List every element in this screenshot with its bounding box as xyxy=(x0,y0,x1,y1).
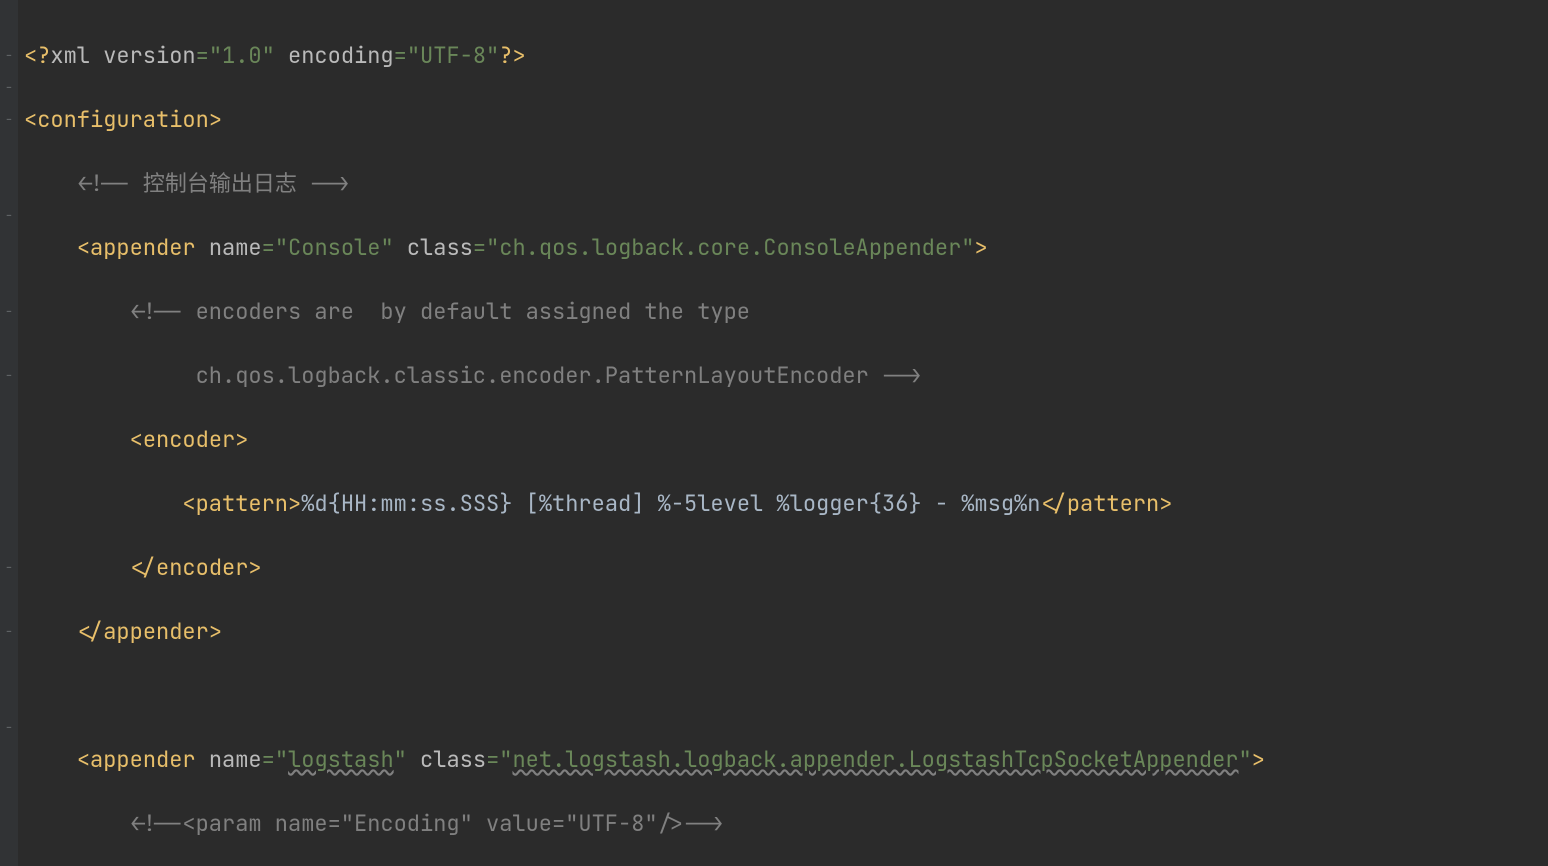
fold-marker[interactable]: − xyxy=(5,104,13,136)
fold-marker[interactable]: − xyxy=(5,40,13,72)
fold-marker[interactable]: − xyxy=(5,72,13,104)
fold-marker[interactable]: − xyxy=(5,552,13,584)
code-line[interactable]: <encoder> xyxy=(24,424,1265,456)
gutter: − − − − − − − − − xyxy=(0,0,18,866)
code-line[interactable]: <!--<param name="Encoding" value="UTF-8"… xyxy=(24,808,1265,840)
code-line[interactable]: <appender name="Console" class="ch.qos.l… xyxy=(24,232,1265,264)
code-line[interactable]: <configuration> xyxy=(24,104,1265,136)
code-line[interactable]: <!-- encoders are by default assigned th… xyxy=(24,296,1265,328)
fold-marker[interactable]: − xyxy=(5,200,13,232)
fold-marker[interactable]: − xyxy=(5,616,13,648)
code-line[interactable]: ch.qos.logback.classic.encoder.PatternLa… xyxy=(24,360,1265,392)
code-line[interactable]: <!-- 控制台输出日志 --> xyxy=(24,168,1265,200)
code-line[interactable] xyxy=(24,680,1265,712)
fold-marker[interactable]: − xyxy=(5,360,13,392)
code-line[interactable]: </encoder> xyxy=(24,552,1265,584)
fold-marker[interactable]: − xyxy=(5,296,13,328)
code-area[interactable]: <?xml version="1.0" encoding="UTF-8"?> <… xyxy=(18,0,1265,866)
code-line[interactable]: <appender name="logstash" class="net.log… xyxy=(24,744,1265,776)
fold-marker[interactable]: − xyxy=(5,712,13,744)
code-line[interactable]: <?xml version="1.0" encoding="UTF-8"?> xyxy=(24,40,1265,72)
code-line[interactable]: </appender> xyxy=(24,616,1265,648)
code-editor[interactable]: − − − − − − − − − <?xml version="1.0" en… xyxy=(0,0,1548,866)
code-line[interactable]: <pattern>%d{HH:mm:ss.SSS} [%thread] %-5l… xyxy=(24,488,1265,520)
xml-prolog: <? xyxy=(24,41,50,70)
